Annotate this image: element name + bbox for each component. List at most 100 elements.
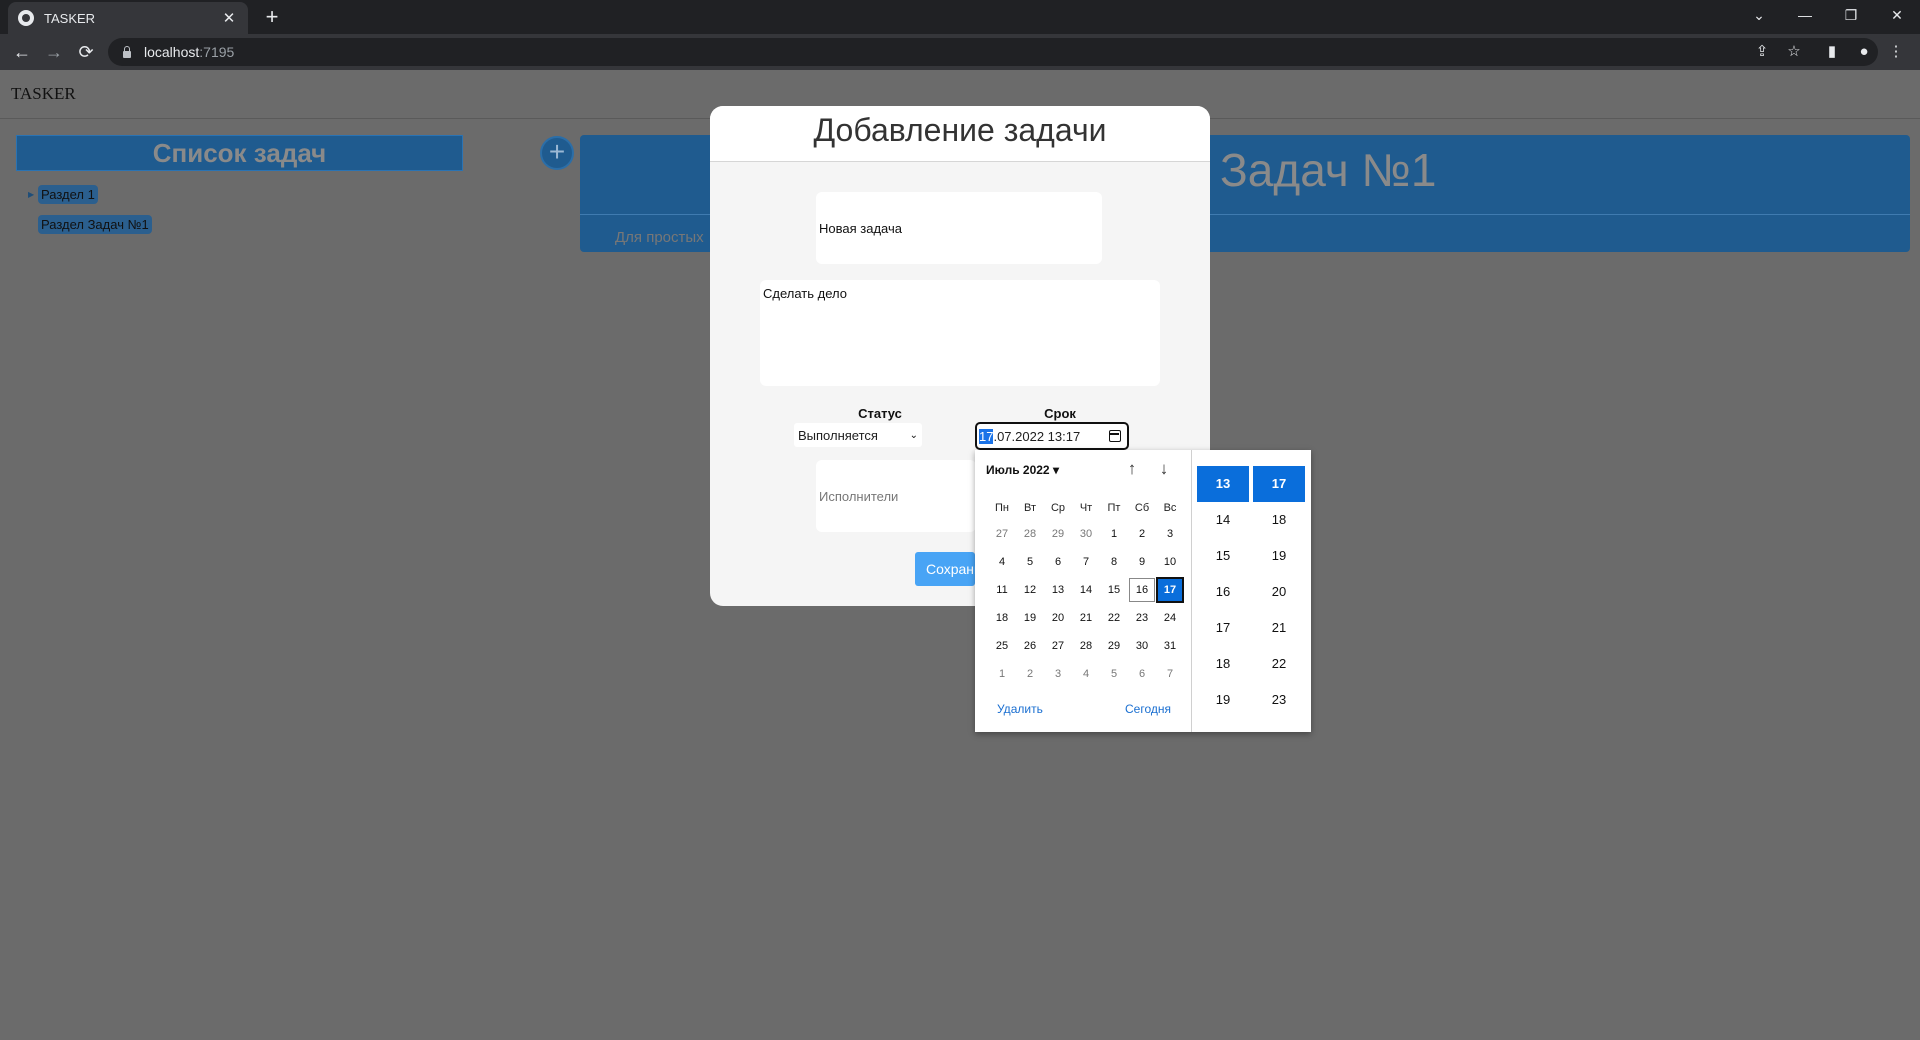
calendar-day[interactable]: 21 <box>1073 606 1099 630</box>
calendar-day[interactable]: 13 <box>1045 578 1071 602</box>
status-label: Статус <box>858 406 902 421</box>
tab-title: TASKER <box>44 10 96 26</box>
minute-option[interactable]: 18 <box>1253 502 1305 538</box>
browser-menu-icon[interactable]: ⋮ <box>1882 38 1910 66</box>
calendar-day[interactable]: 23 <box>1129 606 1155 630</box>
hour-option[interactable]: 17 <box>1197 610 1249 646</box>
calendar-day[interactable]: 18 <box>989 606 1015 630</box>
calendar-day[interactable]: 3 <box>1045 662 1071 686</box>
calendar-day[interactable]: 6 <box>1129 662 1155 686</box>
new-tab-button[interactable]: + <box>258 3 286 31</box>
calendar-day[interactable]: 27 <box>989 522 1015 546</box>
minute-option[interactable]: 19 <box>1253 538 1305 574</box>
executors-input[interactable]: Исполнители <box>816 460 976 532</box>
arrow-down-icon[interactable]: ↓ <box>1153 458 1175 480</box>
calendar-day[interactable]: 28 <box>1017 522 1043 546</box>
task-description-input[interactable]: Сделать дело <box>760 280 1160 386</box>
weekday-header: Сб <box>1134 502 1150 514</box>
task-name-input[interactable]: Новая задача <box>816 192 1102 264</box>
profile-icon[interactable]: ● <box>1850 38 1878 66</box>
today-link[interactable]: Сегодня <box>1125 702 1171 716</box>
chevron-down-icon: ⌄ <box>909 429 918 441</box>
forward-arrow-icon[interactable]: → <box>40 38 68 66</box>
calendar-day[interactable]: 31 <box>1157 634 1183 658</box>
task-list-header: Список задач <box>16 135 463 171</box>
arrow-up-icon[interactable]: ↑ <box>1121 458 1143 480</box>
calendar-day[interactable]: 6 <box>1045 550 1071 574</box>
minute-option[interactable]: 21 <box>1253 610 1305 646</box>
hour-option[interactable]: 14 <box>1197 502 1249 538</box>
calendar-day[interactable]: 17 <box>1156 577 1184 603</box>
reload-icon[interactable]: ⟳ <box>72 38 100 66</box>
calendar-day[interactable]: 28 <box>1073 634 1099 658</box>
calendar-day[interactable]: 16 <box>1129 578 1155 602</box>
calendar-day[interactable]: 25 <box>989 634 1015 658</box>
due-date-day-segment[interactable]: 17 <box>979 428 994 444</box>
calendar-day[interactable]: 9 <box>1129 550 1155 574</box>
expand-arrow-icon[interactable]: ▶ <box>28 190 38 199</box>
calendar-day[interactable]: 8 <box>1101 550 1127 574</box>
app-brand[interactable]: TASKER <box>11 84 76 104</box>
calendar-day[interactable]: 7 <box>1157 662 1183 686</box>
calendar-day[interactable]: 4 <box>989 550 1015 574</box>
calendar-day[interactable]: 10 <box>1157 550 1183 574</box>
calendar-day[interactable]: 24 <box>1157 606 1183 630</box>
back-arrow-icon[interactable]: ← <box>8 38 36 66</box>
calendar-day[interactable]: 14 <box>1073 578 1099 602</box>
calendar-day[interactable]: 30 <box>1129 634 1155 658</box>
globe-icon <box>18 10 34 26</box>
calendar-day[interactable]: 5 <box>1101 662 1127 686</box>
minimize-button[interactable]: — <box>1782 0 1828 30</box>
tree-item-section-1[interactable]: ▶ Раздел 1 <box>28 183 152 205</box>
hour-option[interactable]: 13 <box>1197 466 1249 502</box>
calendar-day[interactable]: 7 <box>1073 550 1099 574</box>
calendar-day[interactable]: 4 <box>1073 662 1099 686</box>
calendar-day[interactable]: 12 <box>1017 578 1043 602</box>
calendar-day[interactable]: 27 <box>1045 634 1071 658</box>
calendar-day[interactable]: 22 <box>1101 606 1127 630</box>
calendar-day[interactable]: 5 <box>1017 550 1043 574</box>
close-window-button[interactable]: ✕ <box>1874 0 1920 30</box>
tab-search-icon[interactable]: ⌄ <box>1736 0 1782 30</box>
minute-option[interactable]: 17 <box>1253 466 1305 502</box>
minute-option[interactable]: 22 <box>1253 646 1305 682</box>
section-title: Задач №1 <box>1220 144 1437 196</box>
calendar-day[interactable]: 29 <box>1045 522 1071 546</box>
calendar-day[interactable]: 1 <box>1101 522 1127 546</box>
calendar-day[interactable]: 2 <box>1017 662 1043 686</box>
calendar-day[interactable]: 19 <box>1017 606 1043 630</box>
calendar-day[interactable]: 26 <box>1017 634 1043 658</box>
calendar-day[interactable]: 3 <box>1157 522 1183 546</box>
add-task-button[interactable]: + <box>540 136 574 170</box>
hour-option[interactable]: 16 <box>1197 574 1249 610</box>
month-year-dropdown[interactable]: Июль 2022 ▾ <box>986 463 1059 477</box>
due-date-rest[interactable]: .07.2022 13:17 <box>993 429 1080 444</box>
due-date-input[interactable]: 17 .07.2022 13:17 <box>975 422 1129 450</box>
hour-option[interactable]: 15 <box>1197 538 1249 574</box>
calendar-day[interactable]: 30 <box>1073 522 1099 546</box>
save-button[interactable]: Сохранить <box>915 552 975 586</box>
restore-button[interactable]: ❐ <box>1828 0 1874 30</box>
status-select[interactable]: Выполняется ⌄ <box>794 423 922 447</box>
status-select-value: Выполняется <box>798 427 878 443</box>
hour-option[interactable]: 19 <box>1197 682 1249 718</box>
calendar-day[interactable]: 2 <box>1129 522 1155 546</box>
share-icon[interactable]: ⇪ <box>1748 38 1776 66</box>
calendar-day[interactable]: 1 <box>989 662 1015 686</box>
calendar-day[interactable]: 15 <box>1101 578 1127 602</box>
calendar-day[interactable]: 11 <box>989 578 1015 602</box>
address-bar[interactable]: localhost :7195 <box>108 38 1878 66</box>
close-tab-icon[interactable]: ✕ <box>220 9 238 27</box>
minute-option[interactable]: 23 <box>1253 682 1305 718</box>
calendar-day[interactable]: 20 <box>1045 606 1071 630</box>
url-host: localhost <box>144 44 200 60</box>
bookmark-star-icon[interactable]: ☆ <box>1780 38 1808 66</box>
minute-option[interactable]: 20 <box>1253 574 1305 610</box>
hour-option[interactable]: 18 <box>1197 646 1249 682</box>
tree-item-task-section-1[interactable]: Раздел Задач №1 <box>28 213 152 235</box>
side-panel-icon[interactable]: ▮ <box>1818 38 1846 66</box>
calendar-icon[interactable] <box>1109 430 1121 442</box>
browser-tab[interactable]: TASKER ✕ <box>8 2 248 34</box>
clear-date-link[interactable]: Удалить <box>997 702 1043 716</box>
calendar-day[interactable]: 29 <box>1101 634 1127 658</box>
